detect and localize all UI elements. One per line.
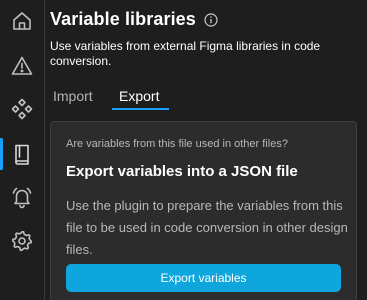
header: Variable libraries: [50, 9, 218, 30]
home-icon: [13, 12, 31, 30]
book-icon: [15, 144, 29, 165]
sidebar-item-notifications[interactable]: [0, 177, 44, 217]
card-description: Use the plugin to prepare the variables …: [66, 198, 348, 257]
bell-icon: [12, 187, 32, 209]
tab-export[interactable]: Export: [119, 88, 159, 104]
tab-bar: Import Export: [45, 82, 367, 110]
active-tab-underline: [112, 108, 169, 110]
export-card: Are variables from this file used in oth…: [50, 121, 357, 300]
export-variables-button[interactable]: Export variables: [66, 264, 341, 292]
info-icon[interactable]: [204, 12, 218, 27]
sidebar: [0, 0, 45, 300]
card-question: Are variables from this file used in oth…: [66, 138, 288, 150]
tab-import[interactable]: Import: [53, 88, 93, 104]
sidebar-item-home[interactable]: [0, 1, 44, 41]
gear-icon: [12, 231, 32, 251]
main-panel: Variable libraries Use variables from ex…: [45, 0, 367, 300]
card-heading: Export variables into a JSON file: [66, 163, 298, 180]
warning-icon: [11, 56, 33, 75]
sidebar-item-components[interactable]: [0, 89, 44, 129]
plugin-window: Variable libraries Use variables from ex…: [0, 0, 367, 300]
components-icon: [11, 98, 33, 120]
sidebar-item-variable-libraries[interactable]: [0, 134, 44, 174]
sidebar-item-warnings[interactable]: [0, 46, 44, 86]
page-subtitle: Use variables from external Figma librar…: [50, 39, 321, 68]
sidebar-item-settings[interactable]: [0, 221, 44, 261]
page-title: Variable libraries: [50, 9, 196, 29]
